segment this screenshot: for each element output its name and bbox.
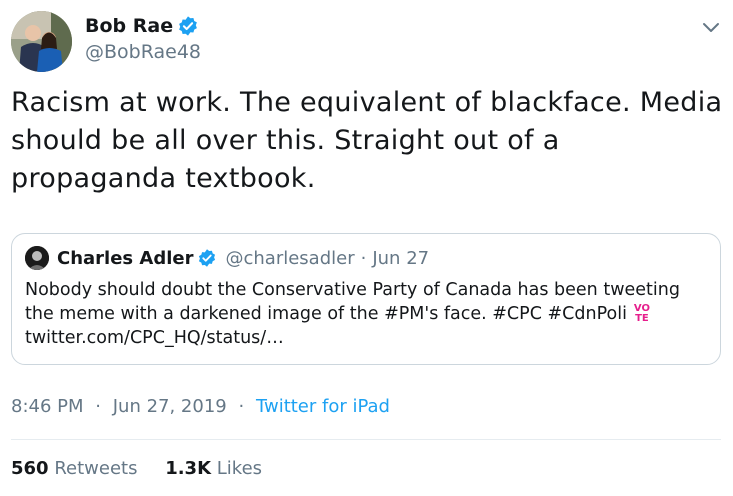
likes-stat[interactable]: 1.3K Likes xyxy=(165,458,262,479)
quoted-tweet-date[interactable]: Jun 27 xyxy=(372,248,429,269)
quoted-separator: · xyxy=(360,247,367,269)
author-handle[interactable]: @BobRae48 xyxy=(85,41,201,63)
quoted-tweet[interactable]: Charles Adler @charlesadler · Jun 27 Nob… xyxy=(11,233,721,365)
vote-emoji-icon: VO TE xyxy=(631,304,653,324)
quoted-verified-badge-icon xyxy=(199,249,216,267)
tweet-time[interactable]: 8:46 PM xyxy=(11,396,84,417)
quoted-avatar-photo-icon xyxy=(25,246,49,270)
retweets-count: 560 xyxy=(11,458,49,479)
chevron-down-icon[interactable] xyxy=(699,15,723,39)
retweets-stat[interactable]: 560 Retweets xyxy=(11,458,143,479)
author-names: Bob Rae @BobRae48 xyxy=(85,15,201,63)
tweet-header: Bob Rae @BobRae48 xyxy=(11,11,723,73)
quoted-tweet-header: Charles Adler @charlesadler · Jun 27 xyxy=(25,246,429,270)
quoted-author-avatar[interactable] xyxy=(25,246,49,270)
meta-separator-1: · xyxy=(95,396,101,417)
author-display-name-row[interactable]: Bob Rae xyxy=(85,15,201,37)
avatar-photo-icon xyxy=(11,11,72,72)
verified-badge-icon xyxy=(179,16,197,36)
meta-separator-2: · xyxy=(238,396,245,417)
quoted-tweet-link[interactable]: twitter.com/CPC_HQ/status/… xyxy=(25,328,284,348)
quoted-author-display-name[interactable]: Charles Adler xyxy=(57,248,193,269)
likes-count: 1.3K xyxy=(165,458,212,479)
quoted-tweet-text: Nobody should doubt the Conservative Par… xyxy=(25,280,680,324)
tweet-meta: 8:46 PM · Jun 27, 2019 · Twitter for iPa… xyxy=(11,396,390,417)
author-display-name: Bob Rae xyxy=(85,15,174,37)
author-avatar[interactable] xyxy=(11,11,72,72)
vote-emoji-line2: TE xyxy=(635,313,649,324)
retweets-label: Retweets xyxy=(54,458,138,479)
tweet-date[interactable]: Jun 27, 2019 xyxy=(113,396,227,417)
quoted-author-handle: @charlesadler xyxy=(225,247,355,269)
quoted-tweet-body: Nobody should doubt the Conservative Par… xyxy=(25,278,705,350)
tweet-stats: 560 Retweets 1.3K Likes xyxy=(11,458,262,479)
tweet-text: Racism at work. The equivalent of blackf… xyxy=(11,87,723,194)
likes-label: Likes xyxy=(216,458,263,479)
tweet-source-link[interactable]: Twitter for iPad xyxy=(256,396,390,417)
divider xyxy=(11,439,721,440)
